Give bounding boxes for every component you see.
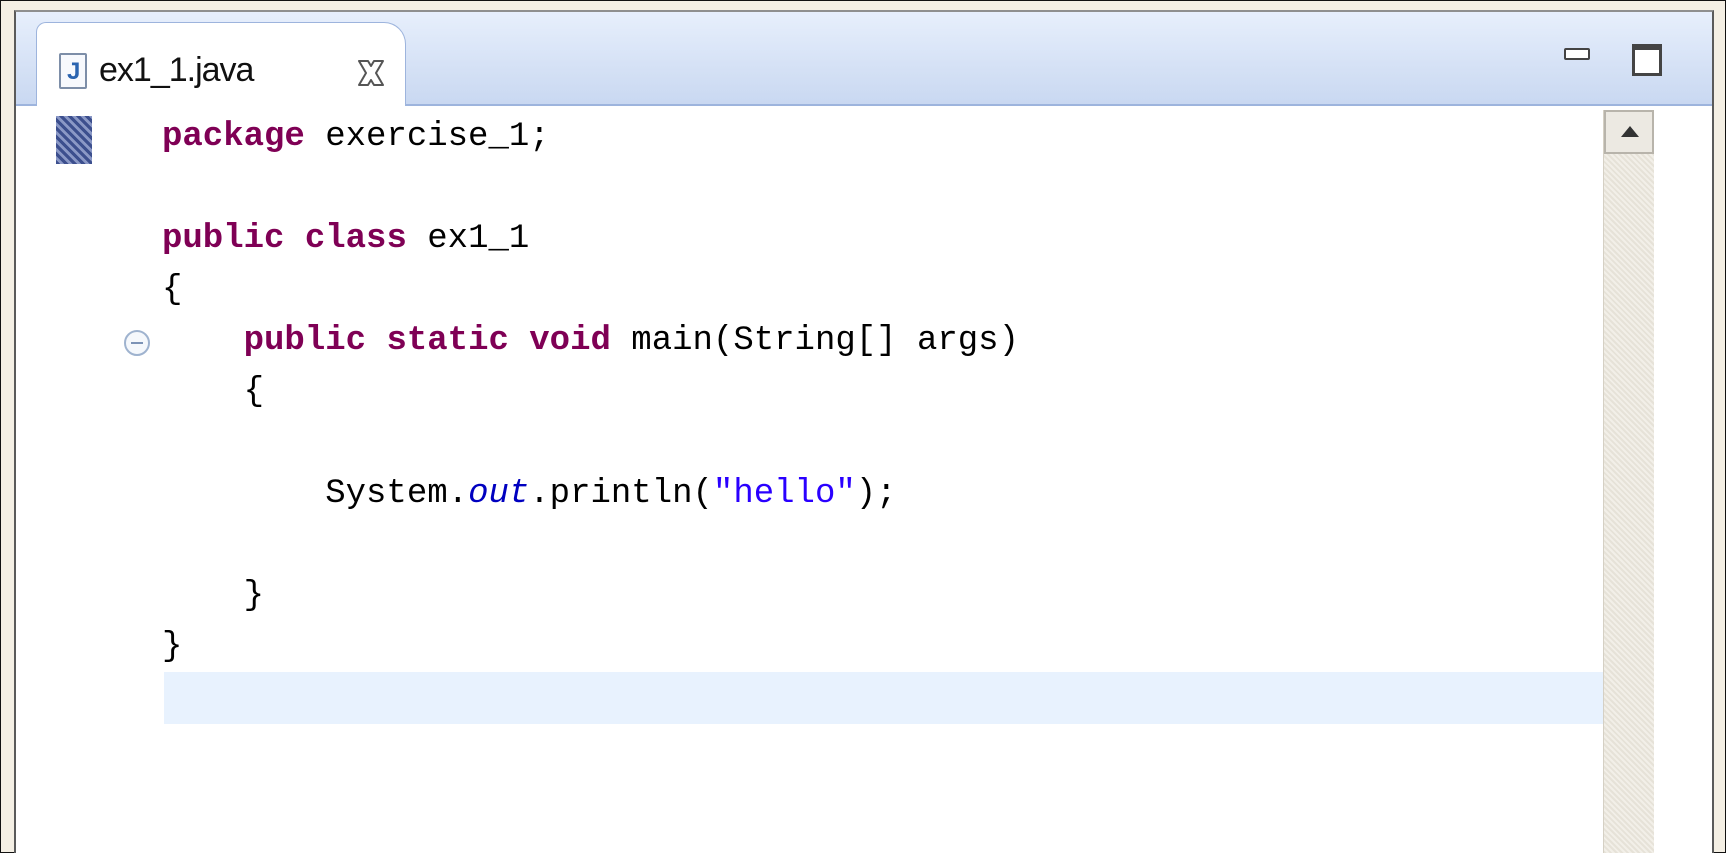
code-token: exercise_1; (304, 118, 550, 156)
code-line[interactable]: package exercise_1; (162, 112, 1019, 163)
code-line[interactable] (162, 418, 1019, 469)
editor-tab-ex1_1[interactable]: J ex1_1.java (36, 22, 406, 106)
code-token: ex1_1 (406, 220, 530, 258)
java-file-icon: J (59, 53, 87, 89)
code-token: ); (855, 475, 897, 513)
code-editor[interactable]: package exercise_1;public class ex1_1 { p… (16, 106, 1712, 853)
java-file-icon-glyph: J (67, 58, 81, 85)
code-token: .println( (529, 475, 713, 513)
code-line[interactable] (162, 520, 1019, 571)
code-line[interactable] (162, 163, 1019, 214)
code-keyword: static (386, 322, 509, 360)
code-text[interactable]: package exercise_1;public class ex1_1 { p… (162, 112, 1019, 724)
code-token: } (162, 577, 265, 615)
close-icon[interactable] (355, 57, 387, 89)
code-keyword: public (162, 220, 285, 258)
collapse-icon[interactable] (124, 330, 150, 356)
tab-label: ex1_1.java (99, 51, 254, 89)
code-line[interactable] (162, 673, 1019, 724)
code-keyword: public (243, 322, 367, 360)
overview-ruler-marker (56, 116, 92, 164)
code-token: main(String[] args) (610, 322, 1019, 360)
code-line[interactable]: { (162, 265, 1019, 316)
code-string: "hello" (712, 475, 856, 513)
code-keyword: void (529, 322, 611, 360)
editor-window: J ex1_1.java package exercise_1;public c… (14, 10, 1714, 853)
window-controls (1564, 42, 1674, 86)
maximize-icon[interactable] (1632, 44, 1662, 76)
code-line[interactable]: { (162, 367, 1019, 418)
minimize-icon[interactable] (1564, 48, 1590, 60)
code-line[interactable]: } (162, 622, 1019, 673)
vertical-scrollbar[interactable] (1603, 110, 1654, 853)
code-keyword: class (304, 220, 407, 258)
code-field: out (468, 475, 530, 513)
code-token: System. (162, 475, 469, 513)
code-keyword: package (162, 118, 305, 156)
code-token: { (162, 373, 265, 411)
code-line[interactable]: } (162, 571, 1019, 622)
tab-strip: J ex1_1.java (16, 12, 1712, 106)
code-line[interactable]: public static void main(String[] args) (162, 316, 1019, 367)
code-token: { (162, 271, 183, 309)
code-line[interactable]: System.out.println("hello"); (162, 469, 1019, 520)
code-token: } (162, 628, 183, 666)
code-line[interactable]: public class ex1_1 (162, 214, 1019, 265)
scroll-up-arrow-icon[interactable] (1604, 110, 1654, 154)
